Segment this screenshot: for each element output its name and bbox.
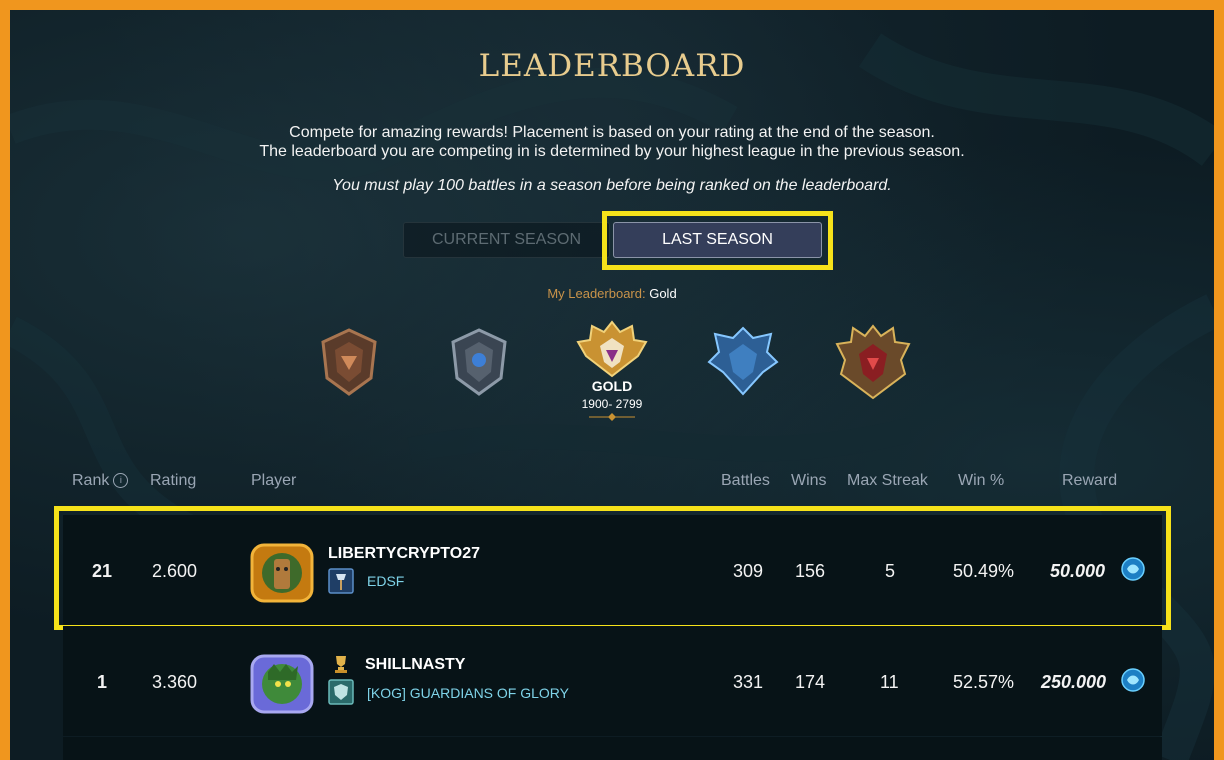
- guild-shield-icon: [328, 679, 354, 705]
- ornament-divider-icon: [589, 413, 635, 421]
- row-battles: 331: [733, 672, 764, 692]
- selected-league-range: 1900- 2799: [581, 397, 643, 411]
- intro-text: Compete for amazing rewards! Placement i…: [10, 123, 1214, 161]
- rank-trophy-icon: [335, 656, 347, 673]
- player-name[interactable]: SHILLNASTY: [365, 656, 465, 674]
- gold-league-icon[interactable]: [572, 318, 652, 380]
- row-rating: 3.360: [152, 672, 198, 692]
- intro-line-1: Compete for amazing rewards! Placement i…: [289, 124, 935, 141]
- player-avatar[interactable]: [250, 654, 314, 714]
- leaderboard-page: LEADERBOARD Compete for amazing rewards!…: [10, 10, 1214, 760]
- row-win-pct: 52.57%: [953, 672, 1015, 692]
- column-header-player: Player: [251, 472, 297, 489]
- info-icon[interactable]: i: [113, 473, 129, 488]
- column-header-rank-label: Rank: [72, 472, 110, 489]
- my-leaderboard-value: Gold: [649, 286, 677, 301]
- row-rank: 1: [97, 672, 108, 692]
- my-leaderboard: My Leaderboard: Gold: [10, 286, 1214, 301]
- selected-league-name: GOLD: [591, 378, 633, 394]
- page-title: LEADERBOARD: [478, 48, 746, 84]
- my-leaderboard-label: My Leaderboard:: [547, 286, 646, 301]
- player-guild[interactable]: [KOG] GUARDIANS OF GLORY: [367, 685, 569, 701]
- reward-crystal-icon: [1121, 668, 1145, 692]
- column-header-rank: Rank i: [72, 472, 129, 490]
- champion-league-icon[interactable]: [833, 322, 913, 402]
- column-header-wins: Wins: [791, 472, 827, 489]
- intro-line-2: The leaderboard you are competing in is …: [259, 143, 965, 160]
- row-max-streak: 11: [880, 672, 899, 692]
- row-reward: 250.000: [1041, 672, 1107, 692]
- tab-highlight-box: [602, 211, 833, 270]
- column-header-rating: Rating: [150, 472, 197, 489]
- bronze-league-icon[interactable]: [309, 322, 389, 402]
- table-row[interactable]: [63, 737, 1162, 760]
- silver-league-icon[interactable]: [439, 322, 519, 402]
- row-highlight-box: [54, 506, 1171, 630]
- battle-requirement-note: You must play 100 battles in a season be…: [332, 177, 892, 194]
- column-header-max-streak: Max Streak: [847, 472, 928, 489]
- column-header-reward: Reward: [1062, 472, 1118, 489]
- row-wins: 174: [795, 672, 826, 692]
- tab-current-season[interactable]: CURRENT SEASON: [403, 222, 610, 258]
- column-header-win-pct: Win %: [958, 472, 1005, 489]
- diamond-league-icon[interactable]: [703, 322, 783, 402]
- column-header-battles: Battles: [721, 472, 770, 489]
